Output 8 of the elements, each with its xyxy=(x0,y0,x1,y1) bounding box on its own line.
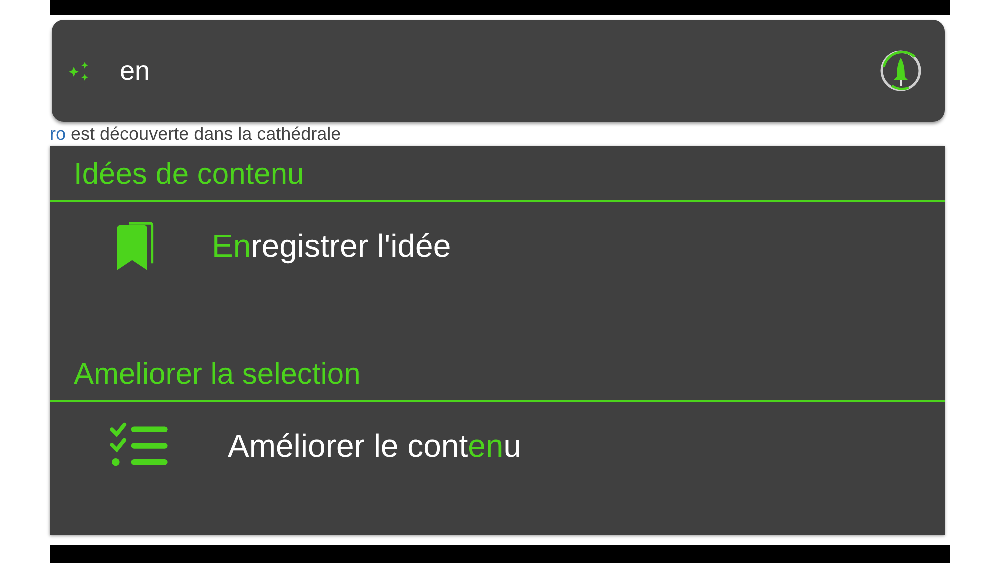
suggestion-item[interactable]: Enregistrer l'idée xyxy=(50,202,945,354)
search-field[interactable]: en xyxy=(52,20,945,122)
section-heading: Idées de contenu xyxy=(50,154,945,202)
article-link[interactable]: ro xyxy=(50,124,66,144)
suggestion-item[interactable]: Améliorer le contenu xyxy=(50,402,945,490)
rocket-icon[interactable] xyxy=(879,49,923,93)
section-heading: Ameliorer la selection xyxy=(50,354,945,402)
article-text: ro est découverte dans la cathédrale xyxy=(50,123,342,145)
